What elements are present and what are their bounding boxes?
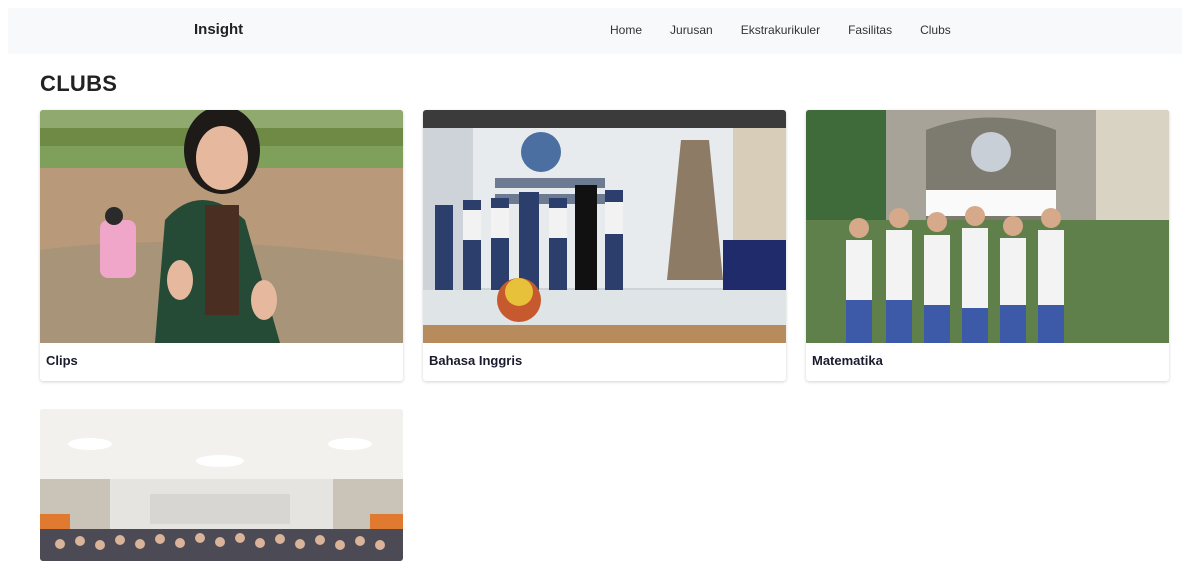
club-image-auditorium (40, 409, 403, 561)
club-card-clips[interactable]: Clips (40, 110, 403, 381)
nav-link-fasilitas[interactable]: Fasilitas (848, 23, 892, 37)
nav-links: Home Jurusan Ekstrakurikuler Fasilitas C… (610, 23, 979, 37)
navbar: Insight Home Jurusan Ekstrakurikuler Fas… (8, 8, 1182, 54)
club-title: Bahasa Inggris (429, 353, 523, 368)
club-image-clips (40, 110, 403, 343)
club-card-matematika[interactable]: Matematika (806, 110, 1169, 381)
nav-link-home[interactable]: Home (610, 23, 642, 37)
brand-logo[interactable]: Insight (194, 21, 243, 38)
club-title: Matematika (812, 353, 883, 368)
club-card-4[interactable] (40, 409, 403, 561)
page-title: CLUBS (40, 71, 118, 96)
nav-link-ekstrakurikuler[interactable]: Ekstrakurikuler (741, 23, 820, 37)
club-card-bahasa-inggris[interactable]: Bahasa Inggris (423, 110, 786, 381)
club-image-bahasa-inggris (423, 110, 786, 343)
club-image-matematika (806, 110, 1169, 343)
club-title: Clips (46, 353, 78, 368)
nav-link-jurusan[interactable]: Jurusan (670, 23, 713, 37)
nav-link-clubs[interactable]: Clubs (920, 23, 951, 37)
